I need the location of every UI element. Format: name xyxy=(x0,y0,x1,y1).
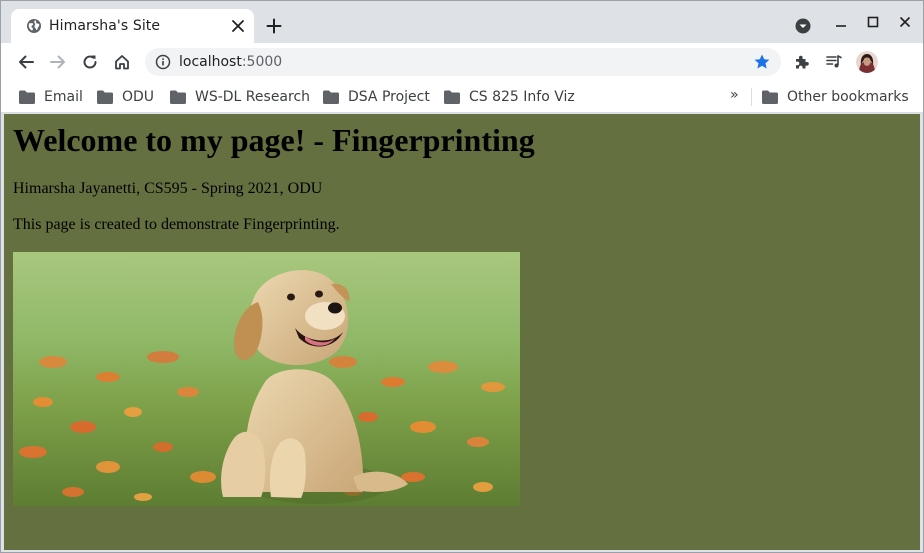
forward-icon[interactable] xyxy=(49,53,67,71)
tab-active[interactable]: Himarsha's Site xyxy=(11,9,254,43)
avatar-image xyxy=(856,51,878,73)
folder-icon xyxy=(444,90,460,104)
bookmark-label: DSA Project xyxy=(348,89,430,105)
tab-strip: Himarsha's Site xyxy=(1,1,923,43)
maximize-icon[interactable] xyxy=(867,16,879,28)
bookmark-email[interactable]: Email xyxy=(19,87,83,107)
page-heading: Welcome to my page! - Fingerprinting xyxy=(13,122,535,158)
folder-icon xyxy=(170,90,186,104)
page-author-line: Himarsha Jayanetti, CS595 - Spring 2021,… xyxy=(13,180,323,197)
bookmark-label: WS-DL Research xyxy=(195,89,311,105)
media-control-icon[interactable] xyxy=(825,53,843,71)
folder-icon xyxy=(19,90,35,104)
star-icon[interactable] xyxy=(753,53,771,71)
close-icon[interactable] xyxy=(231,19,245,33)
browser-window: Himarsha's Site localhost:5000 Email ODU… xyxy=(0,0,924,553)
address-url[interactable]: localhost:5000 xyxy=(179,54,282,70)
bookmarks-divider xyxy=(751,88,752,106)
bookmark-cs-825-info-viz[interactable]: CS 825 Info Viz xyxy=(444,87,575,107)
folder-icon xyxy=(323,90,339,104)
bookmark-dsa-project[interactable]: DSA Project xyxy=(323,87,430,107)
bookmark-label: ODU xyxy=(122,89,155,105)
profile-avatar[interactable] xyxy=(856,51,878,73)
tab-title: Himarsha's Site xyxy=(49,18,161,34)
address-bar[interactable]: localhost:5000 xyxy=(145,48,781,76)
reload-icon[interactable] xyxy=(81,53,99,71)
close-window-icon[interactable] xyxy=(899,16,911,28)
bookmark-ws-dl-research[interactable]: WS-DL Research xyxy=(170,87,310,107)
address-host: localhost xyxy=(179,54,242,70)
bookmark-label: CS 825 Info Viz xyxy=(469,89,575,105)
tab-search-icon[interactable] xyxy=(795,18,811,34)
address-port: :5000 xyxy=(241,54,283,70)
page-content: Welcome to my page! - Fingerprinting Him… xyxy=(4,114,920,550)
bookmarks-overflow-button[interactable]: » xyxy=(730,87,739,103)
bookmark-label: Other bookmarks xyxy=(787,89,909,105)
minimize-icon[interactable] xyxy=(835,16,847,28)
page-description: This page is created to demonstrate Fing… xyxy=(13,216,340,233)
bookmarks-bar: Email ODU WS-DL Research DSA Project CS … xyxy=(1,81,923,113)
info-icon[interactable] xyxy=(155,54,171,70)
globe-icon xyxy=(27,19,41,33)
plus-icon[interactable] xyxy=(266,18,282,34)
bookmark-other-bookmarks[interactable]: Other bookmarks xyxy=(762,87,909,107)
puppy-photo xyxy=(13,252,520,506)
folder-icon xyxy=(97,90,113,104)
bookmark-odu[interactable]: ODU xyxy=(97,87,154,107)
toolbar: localhost:5000 xyxy=(1,43,923,81)
extensions-icon[interactable] xyxy=(793,53,811,71)
folder-icon xyxy=(762,90,778,104)
bookmark-label: Email xyxy=(44,89,83,105)
home-icon[interactable] xyxy=(113,53,131,71)
back-icon[interactable] xyxy=(17,53,35,71)
